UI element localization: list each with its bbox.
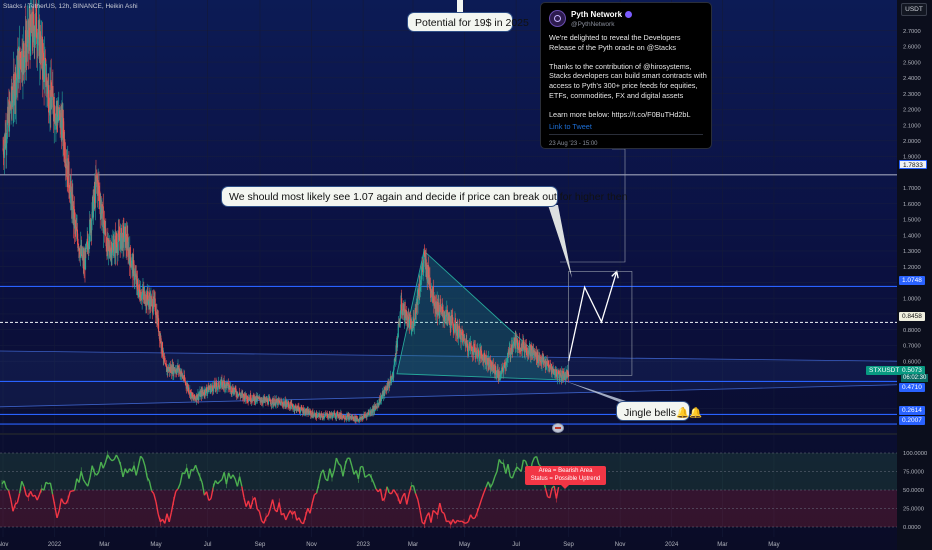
y-tick-label-3: 2.4000 <box>903 76 921 82</box>
osc-tick-label-2: 50.0000 <box>903 488 924 494</box>
x-tick-label-14: Mar <box>717 542 727 548</box>
candle-body-935 <box>397 324 399 338</box>
symbol-tag: STXUSDT <box>866 366 903 375</box>
candle-body-368 <box>157 318 160 333</box>
x-tick-label-10: Jul <box>512 542 520 548</box>
candle-body-1223 <box>519 351 521 352</box>
tweet-body: We're delighted to reveal the Developers… <box>549 33 709 129</box>
symbol-title[interactable]: Stacks / TetherUS, 12h, BINANCE, Heikin … <box>3 3 138 10</box>
x-tick-label-2: Mar <box>99 542 109 548</box>
price-tag-0-2007: 0.2007 <box>899 416 925 425</box>
candle-body-1108 <box>470 346 472 351</box>
candle-body-885 <box>376 404 378 409</box>
x-tick-label-1: 2022 <box>48 542 62 548</box>
y-tick-label-4: 2.3000 <box>903 92 921 98</box>
verified-badge-icon <box>625 11 633 18</box>
candle-body-933 <box>396 338 399 348</box>
indicator-status-label: Area = Bearish Area Status = Possible Up… <box>525 466 606 489</box>
y-tick-label-1: 2.6000 <box>903 45 921 51</box>
pyth-avatar-icon <box>549 10 566 27</box>
osc-segment-214 <box>472 517 476 520</box>
y-tick-label-16: 1.0000 <box>903 296 921 302</box>
tweet-paragraph-2: Thanks to the contribution of @hirosyste… <box>549 61 707 100</box>
x-tick-label-15: May <box>768 542 779 548</box>
osc-tick-label-1: 75.0000 <box>903 470 924 476</box>
bar-countdown: 06:02:30 <box>901 374 929 382</box>
x-tick-label-9: May <box>459 542 470 548</box>
candle-body-924 <box>392 369 395 378</box>
price-tag-1-0748: 1.0748 <box>899 276 925 285</box>
candle-body-752 <box>320 415 322 418</box>
tweet-timestamp: 23 Aug '23 - 15:00 <box>549 141 598 147</box>
x-tick-label-0: Nov <box>0 542 8 548</box>
x-tick-label-8: Mar <box>408 542 418 548</box>
x-tick-label-13: 2024 <box>665 542 679 548</box>
y-tick-label-12: 1.4000 <box>903 233 921 239</box>
tweet-card[interactable]: Pyth Network @PythNetwork We're delighte… <box>540 2 712 149</box>
candle-body-608 <box>259 397 261 400</box>
price-scale[interactable] <box>897 0 932 550</box>
candle-body-301 <box>129 247 131 259</box>
x-tick-label-5: Sep <box>255 542 266 548</box>
x-tick-label-3: May <box>150 542 161 548</box>
indicator-area-text: Area = Bearish Area <box>538 468 593 474</box>
y-tick-label-7: 2.0000 <box>903 139 921 145</box>
y-tick-label-0: 2.7000 <box>903 29 921 35</box>
price-tag-1-7833: 1.7833 <box>899 160 927 169</box>
candle-body-259 <box>111 243 114 253</box>
y-tick-label-9: 1.7000 <box>903 186 921 192</box>
y-tick-label-14: 1.2000 <box>903 265 921 271</box>
osc-segment-31 <box>70 490 73 493</box>
link-to-tweet[interactable]: Link to Tweet <box>549 122 592 132</box>
candle-body-49 <box>23 43 25 58</box>
y-tick-label-11: 1.5000 <box>903 218 921 224</box>
y-tick-label-18: 0.8000 <box>903 328 921 334</box>
tweet-author: Pyth Network <box>571 10 633 20</box>
callout-see-1-07[interactable]: We should most likely see 1.07 again and… <box>221 186 627 207</box>
us-flag-event-icon[interactable] <box>552 423 564 433</box>
x-tick-label-6: Nov <box>306 542 317 548</box>
candle-body-287 <box>123 237 125 242</box>
currency-badge[interactable]: USDT <box>901 3 927 16</box>
tradingview-chart-screen: 2.7000 2.6000 2.5000 2.4000 2.3000 2.2000 2.10… <box>0 0 932 550</box>
y-tick-label-6: 2.1000 <box>903 123 921 129</box>
y-tick-label-13: 1.3000 <box>903 249 921 255</box>
indicator-status-text: Status = Possible Uptrend <box>530 475 601 482</box>
callout-potential[interactable]: Potential for 19$ in 2025 <box>407 12 529 32</box>
callout-top-pointer <box>457 0 463 12</box>
price-tag-0-8458: 0.8458 <box>899 312 925 321</box>
tweet-paragraph-1: We're delighted to reveal the Developers… <box>549 33 681 52</box>
tweet-divider <box>549 134 703 135</box>
candle-body-514 <box>219 385 221 389</box>
y-tick-label-2: 2.5000 <box>903 60 921 66</box>
tweet-handle: @PythNetwork <box>571 21 615 28</box>
y-tick-label-20: 0.6000 <box>903 359 921 365</box>
tweet-paragraph-3: Learn more below: https://t.co/F0BuTHd2b… <box>549 109 691 119</box>
y-tick-label-10: 1.6000 <box>903 202 921 208</box>
y-tick-label-19: 0.7000 <box>903 344 921 350</box>
osc-tick-label-0: 100.0000 <box>903 451 927 457</box>
x-tick-label-7: 2023 <box>356 542 370 548</box>
candle-body-943 <box>401 298 403 311</box>
candle-body-377 <box>161 342 164 355</box>
oscillator-zones <box>0 452 897 528</box>
y-tick-label-5: 2.2000 <box>903 108 921 114</box>
candle-body-955 <box>406 311 408 316</box>
callout-jingle-bells[interactable]: Jingle bells🔔🔔 <box>616 401 702 421</box>
price-tag-0-2614: 0.2614 <box>899 406 925 415</box>
pane-separator <box>0 433 932 435</box>
price-chart[interactable]: 2.7000 2.6000 2.5000 2.4000 2.3000 2.2000 2.10… <box>0 0 932 550</box>
osc-tick-label-3: 25.0000 <box>903 507 924 513</box>
price-tag-0-4710: 0.4710 <box>899 383 925 392</box>
x-tick-label-4: Jul <box>204 542 212 548</box>
x-tick-label-11: Sep <box>563 542 574 548</box>
candle-body-98 <box>43 59 46 82</box>
osc-tick-label-4: 0.0000 <box>903 525 921 531</box>
x-tick-label-12: Nov <box>615 542 626 548</box>
